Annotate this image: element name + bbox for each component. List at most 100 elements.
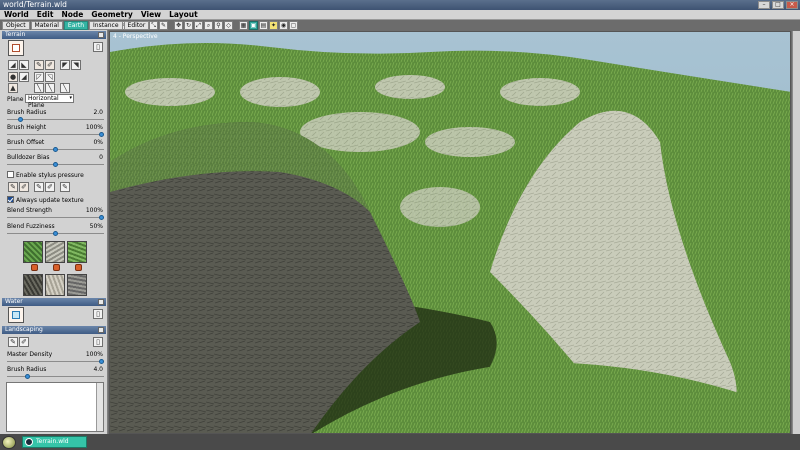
landscaping-section-title: Landscaping	[5, 326, 43, 333]
brush-height-slider[interactable]	[7, 132, 104, 137]
paint-brush-icon[interactable]: ✎	[8, 182, 18, 192]
landscape-paint-icon[interactable]: ✎	[8, 337, 18, 347]
texture-swatch-stone[interactable]	[67, 274, 87, 296]
paint-icon[interactable]: ▤	[259, 20, 268, 30]
tab-material[interactable]: Material	[30, 21, 63, 30]
brush-curve-icon[interactable]: ╲	[45, 83, 55, 93]
slider-knob[interactable]	[53, 162, 58, 167]
paint-bucket-icon[interactable]	[31, 264, 38, 271]
brush-cliff-icon[interactable]: ◹	[45, 72, 55, 82]
scale-icon[interactable]: ⤢	[194, 20, 203, 30]
brush-paint-icon[interactable]: ✎	[34, 60, 44, 70]
stylus-pressure-checkbox[interactable]	[7, 171, 14, 178]
slider-knob[interactable]	[53, 231, 58, 236]
menubar: World Edit Node Geometry View Layout	[0, 10, 800, 20]
zoom-icon[interactable]: ⌕	[204, 20, 213, 30]
landscaping-section-header[interactable]: Landscaping	[2, 326, 106, 334]
collapse-icon[interactable]	[98, 327, 104, 333]
brush-noise-icon[interactable]: ●	[8, 72, 18, 82]
slider-knob[interactable]	[53, 147, 58, 152]
viewport-scrollbar[interactable]	[792, 31, 800, 434]
menu-view[interactable]: View	[137, 10, 165, 20]
landscape-brush-radius-slider[interactable]	[7, 374, 104, 379]
start-icon[interactable]	[2, 436, 16, 449]
always-update-checkbox[interactable]	[7, 196, 14, 203]
grid-icon[interactable]: ▦	[239, 20, 248, 30]
texture-swatch-gravel[interactable]	[45, 274, 65, 296]
paint-bucket-icon[interactable]	[75, 264, 82, 271]
close-icon[interactable]: ×	[786, 1, 798, 9]
water-section-header[interactable]: Water	[2, 298, 106, 306]
minimize-icon[interactable]: –	[758, 1, 770, 9]
terrain-mode-icon[interactable]: ▣	[249, 20, 258, 30]
brush-offset-slider[interactable]	[7, 147, 104, 152]
tab-editor[interactable]: Editor	[123, 21, 150, 30]
plane-label: Plane	[7, 96, 24, 103]
brush-erase-icon[interactable]: ✐	[45, 60, 55, 70]
texture-swatch-rock[interactable]	[23, 274, 43, 296]
maximize-icon[interactable]: □	[772, 1, 784, 9]
tool-panel: Terrain ▯ ◢ ◣ ✎ ✐ ◤ ◥ ● ◢ ◸ ◹ ▲ ╲ ╲ ╲ Pl…	[0, 30, 108, 434]
menu-node[interactable]: Node	[57, 10, 87, 20]
brush-raise-icon[interactable]: ◢	[8, 60, 18, 70]
menu-edit[interactable]: Edit	[33, 10, 58, 20]
paint-fill-icon[interactable]: ✐	[19, 182, 29, 192]
terrain-create-button[interactable]	[8, 40, 24, 56]
taskbar-item-terrain[interactable]: Terrain.wld	[22, 436, 87, 448]
bulldozer-bias-slider[interactable]	[7, 162, 104, 167]
landscape-options-icon[interactable]: ▯	[93, 337, 103, 347]
texture-swatch-moss[interactable]	[23, 241, 43, 263]
water-options-icon[interactable]: ▯	[93, 309, 103, 319]
paint-smudge-icon[interactable]: ✎	[34, 182, 44, 192]
slider-knob[interactable]	[99, 215, 104, 220]
collapse-icon[interactable]	[98, 32, 104, 38]
paint-eraser-icon[interactable]: ✎	[60, 182, 70, 192]
terrain-options-icon[interactable]: ▯	[93, 42, 103, 52]
plane-select[interactable]: Horizontal Plane ▾	[25, 94, 74, 109]
brush-ramp-icon[interactable]: ◸	[34, 72, 44, 82]
blend-fuzziness-slider[interactable]	[7, 231, 104, 236]
texture-swatch-cliff[interactable]	[45, 241, 65, 263]
texture-swatch-grass[interactable]	[67, 241, 87, 263]
menu-world[interactable]: World	[0, 10, 33, 20]
landscape-erase-icon[interactable]: ✐	[19, 337, 29, 347]
perspective-viewport[interactable]: 4 - Perspective	[109, 31, 791, 434]
blend-strength-slider[interactable]	[7, 215, 104, 220]
link-icon[interactable]: ⚲	[214, 20, 223, 30]
brush-smooth-icon[interactable]: ◥	[71, 60, 81, 70]
slider-knob[interactable]	[99, 359, 104, 364]
tab-instance[interactable]: Instance	[89, 21, 123, 30]
render-icon[interactable]: ▢	[289, 20, 298, 30]
terrain-render	[110, 32, 790, 433]
tab-earth[interactable]: Earth	[63, 21, 89, 30]
select-scale-icon[interactable]: ⤡	[149, 20, 158, 30]
terrain-section-header[interactable]: Terrain	[2, 31, 106, 39]
collapse-icon[interactable]	[98, 299, 104, 305]
snap-icon[interactable]: ◇	[224, 20, 233, 30]
tab-object[interactable]: Object	[2, 21, 30, 30]
light-icon[interactable]: ✦	[269, 20, 278, 30]
brush-height-label: Brush Height	[7, 124, 47, 131]
brush-flatten-icon[interactable]: ◤	[60, 60, 70, 70]
camera-icon[interactable]: ◉	[279, 20, 288, 30]
master-density-slider[interactable]	[7, 359, 104, 364]
brush-cone-icon[interactable]: ▲	[8, 83, 18, 93]
select-lasso-icon[interactable]: ✎	[159, 20, 168, 30]
slider-knob[interactable]	[18, 117, 24, 122]
brush-line-icon[interactable]: ╲	[34, 83, 44, 93]
water-create-button[interactable]	[8, 307, 24, 323]
rotate-icon[interactable]: ↻	[184, 20, 193, 30]
landscape-object-list[interactable]	[6, 382, 104, 432]
brush-erode-icon[interactable]: ◢	[19, 72, 29, 82]
list-scrollbar[interactable]	[96, 383, 103, 431]
menu-layout[interactable]: Layout	[165, 10, 202, 20]
brush-bulldozer-icon[interactable]: ╲	[60, 83, 70, 93]
translate-icon[interactable]: ✥	[174, 20, 183, 30]
menu-geometry[interactable]: Geometry	[87, 10, 136, 20]
brush-lower-icon[interactable]: ◣	[19, 60, 29, 70]
paint-bucket-icon[interactable]	[53, 264, 60, 271]
brush-radius-slider[interactable]	[7, 117, 104, 122]
slider-knob[interactable]	[99, 132, 104, 137]
paint-blend-icon[interactable]: ✐	[45, 182, 55, 192]
slider-knob[interactable]	[25, 374, 31, 379]
